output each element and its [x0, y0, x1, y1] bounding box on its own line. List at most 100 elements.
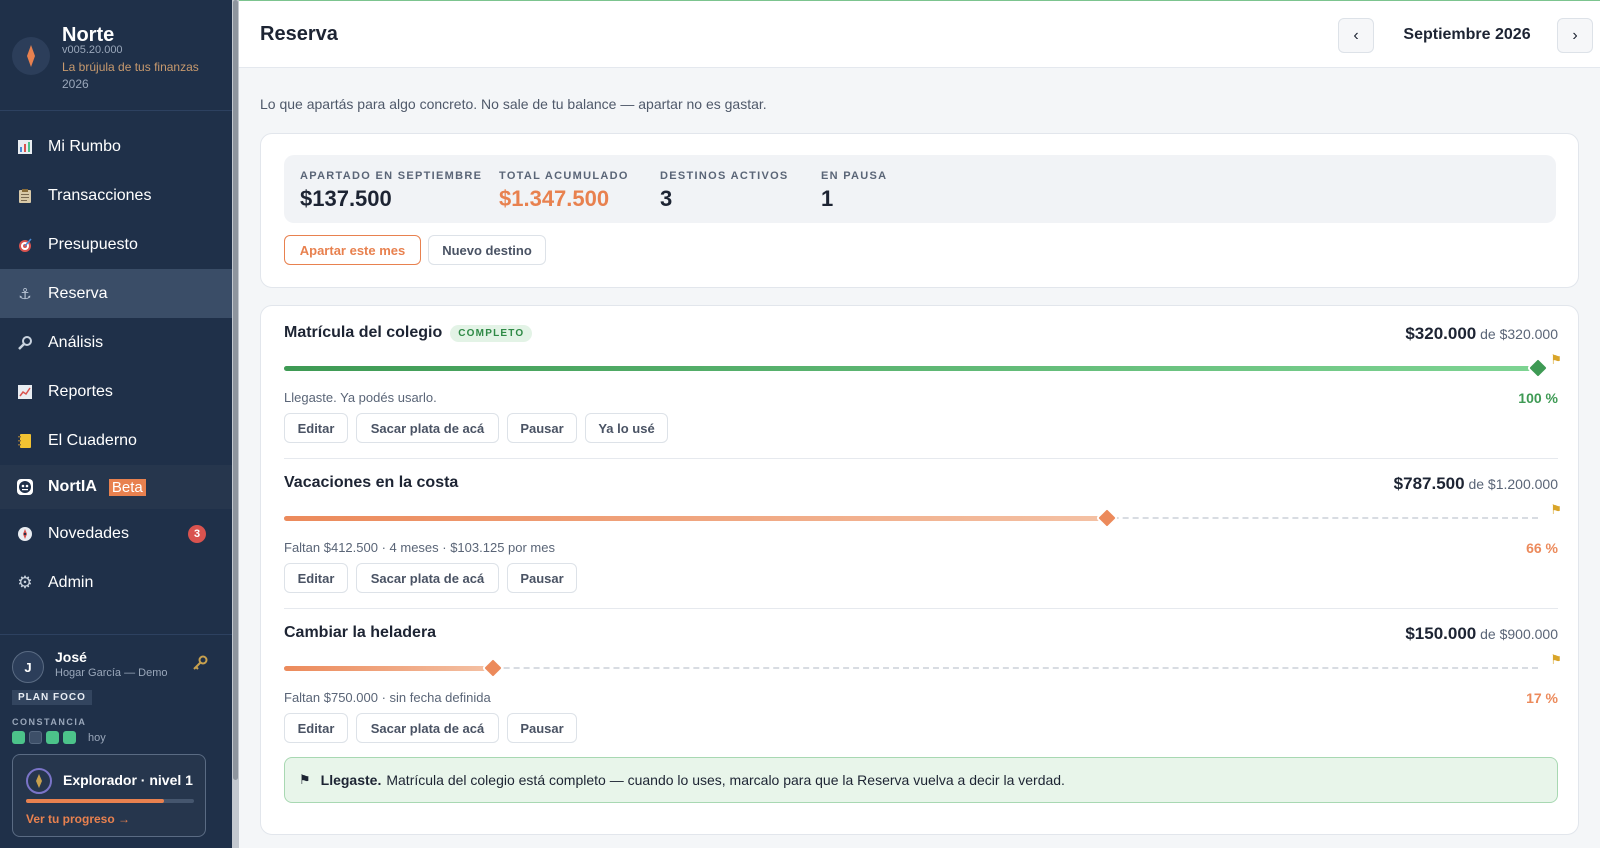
goal-amount: $787.500 de $1.200.000 — [1394, 474, 1558, 494]
notice-strong: Llegaste. — [320, 772, 382, 788]
nav-label: El Cuaderno — [48, 431, 137, 449]
used-it-button[interactable]: Ya lo usé — [585, 413, 668, 443]
robot-icon — [16, 478, 34, 496]
brand-tagline: La brújula de tus finanzas — [62, 60, 199, 74]
goal-amount: $150.000 de $900.000 — [1405, 624, 1558, 644]
beta-badge: Beta — [108, 478, 146, 496]
goal-item: Cambiar la heladera $150.000 de $900.000… — [284, 606, 1562, 758]
nav-item-mi-rumbo[interactable]: Mi Rumbo — [0, 122, 232, 171]
clipboard-icon — [16, 187, 34, 205]
withdraw-button[interactable]: Sacar plata de acá — [356, 563, 499, 593]
chart-icon — [16, 138, 34, 156]
stats-row: APARTADO EN SEPTIEMBRE $137.500 TOTAL AC… — [284, 155, 1556, 223]
goal-saved: $787.500 — [1393, 474, 1465, 493]
page-title: Reserva — [260, 23, 338, 45]
goal-item: Matrícula del colegio COMPLETO $320.000 … — [284, 306, 1562, 458]
goal-saved: $150.000 — [1405, 624, 1477, 643]
progress-knob[interactable] — [1526, 356, 1550, 380]
stat-label: DESTINOS ACTIVOS — [660, 170, 789, 182]
brand-year: 2026 — [62, 77, 89, 91]
nuevo-destino-button[interactable]: Nuevo destino — [428, 235, 546, 265]
pause-button[interactable]: Pausar — [507, 713, 577, 743]
edit-button[interactable]: Editar — [284, 413, 348, 443]
goal-name: Vacaciones en la costa — [284, 474, 458, 492]
goal-title: Matrícula del colegio — [284, 324, 443, 341]
brand-version: v005.20.000 — [62, 44, 123, 56]
goal-target: de $320.000 — [1480, 326, 1558, 342]
goal-percent: 17 % — [1526, 690, 1558, 706]
level-title: Explorador · nivel 1 — [63, 772, 193, 788]
nav-label: Novedades — [48, 524, 129, 542]
next-month-button[interactable]: › — [1557, 18, 1593, 53]
stat-label: APARTADO EN SEPTIEMBRE — [300, 170, 483, 182]
apartar-este-mes-button[interactable]: Apartar este mes — [284, 235, 421, 265]
trend-icon — [16, 383, 34, 401]
goal-name: Matrícula del colegio COMPLETO — [284, 324, 533, 342]
constancia-label: CONSTANCIA — [12, 717, 87, 727]
key-icon[interactable] — [192, 655, 208, 674]
goal-progress-track[interactable]: ⚑ — [284, 352, 1562, 380]
goals-card: Matrícula del colegio COMPLETO $320.000 … — [260, 305, 1579, 835]
nav-item-novedades[interactable]: Novedades 3 — [0, 509, 232, 558]
complete-badge: COMPLETO — [450, 324, 533, 342]
nav-label: Admin — [48, 573, 94, 591]
nav-item-el-cuaderno[interactable]: El Cuaderno — [0, 416, 232, 465]
pause-button[interactable]: Pausar — [507, 413, 577, 443]
progress-knob[interactable] — [482, 656, 505, 680]
nav-item-reserva[interactable]: ⚓ Reserva — [0, 269, 232, 318]
view-progress-link[interactable]: Ver tu progreso → — [26, 812, 130, 826]
nav-item-admin[interactable]: ⚙ Admin — [0, 558, 232, 607]
prev-month-button[interactable]: ‹ — [1338, 18, 1374, 53]
nav-item-reportes[interactable]: Reportes — [0, 367, 232, 416]
goal-amount: $320.000 de $320.000 — [1405, 324, 1558, 344]
notice-text: Matrícula del colegio está completo — cu… — [386, 772, 1065, 788]
goal-title: Vacaciones en la costa — [284, 474, 459, 491]
level-card[interactable]: Explorador · nivel 1 Ver tu progreso → — [12, 754, 206, 837]
goal-progress-track[interactable]: ⚑ — [284, 652, 1562, 680]
goal-target: de $1.200.000 — [1468, 476, 1558, 492]
edit-button[interactable]: Editar — [284, 713, 348, 743]
nav-item-transacciones[interactable]: Transacciones — [0, 171, 232, 220]
goal-progress-track[interactable]: ⚑ — [284, 502, 1562, 530]
nav-label: NortIA — [48, 478, 97, 495]
edit-button[interactable]: Editar — [284, 563, 348, 593]
goal-percent: 66 % — [1526, 540, 1558, 556]
avatar[interactable]: J — [12, 651, 44, 683]
notification-count-badge: 3 — [188, 524, 206, 543]
nav-item-nortia[interactable]: NortIA Beta — [0, 465, 232, 509]
nav-label: Análisis — [48, 333, 104, 351]
progress-knob[interactable] — [1095, 506, 1118, 530]
level-progress-bar — [26, 799, 194, 803]
page-intro: Lo que apartás para algo concreto. No sa… — [260, 96, 767, 112]
goal-saved: $320.000 — [1405, 324, 1477, 343]
stat-value: 3 — [660, 186, 673, 211]
goal-status: Faltan $412.500 · 4 meses · $103.125 por… — [284, 540, 555, 555]
scrollbar-thumb[interactable] — [233, 0, 238, 780]
plan-badge: PLAN FOCO — [12, 690, 92, 705]
gear-icon: ⚙ — [17, 572, 33, 592]
user-name: José — [55, 649, 87, 665]
nav-item-presupuesto[interactable]: Presupuesto — [0, 220, 232, 269]
withdraw-button[interactable]: Sacar plata de acá — [356, 413, 499, 443]
goal-status: Faltan $750.000 · sin fecha definida — [284, 690, 491, 705]
goal-status: Llegaste. Ya podés usarlo. — [284, 390, 437, 405]
nav-label: Reportes — [48, 382, 113, 400]
stat-value: $137.500 — [300, 186, 392, 211]
goal-flag-icon: ⚑ — [1550, 502, 1562, 517]
stat-value: $1.347.500 — [499, 186, 610, 211]
sidebar-scrollbar[interactable] — [232, 0, 239, 848]
stat-apartado: APARTADO EN SEPTIEMBRE $137.500 — [300, 170, 482, 212]
streak-day-done — [46, 731, 59, 744]
compass-logo-icon — [12, 37, 50, 75]
goal-item: Vacaciones en la costa $787.500 de $1.20… — [284, 456, 1562, 608]
brand-header: Norte v005.20.000 La brújula de tus fina… — [0, 0, 232, 111]
pause-button[interactable]: Pausar — [507, 563, 577, 593]
streak-day-missed — [29, 731, 42, 744]
streak-day-done — [63, 731, 76, 744]
withdraw-button[interactable]: Sacar plata de acá — [356, 713, 499, 743]
goal-target: de $900.000 — [1480, 626, 1558, 642]
nav-label: Transacciones — [48, 186, 152, 204]
magnifier-icon — [16, 334, 34, 352]
nav-item-analisis[interactable]: Análisis — [0, 318, 232, 367]
explorer-badge-icon — [26, 768, 52, 794]
